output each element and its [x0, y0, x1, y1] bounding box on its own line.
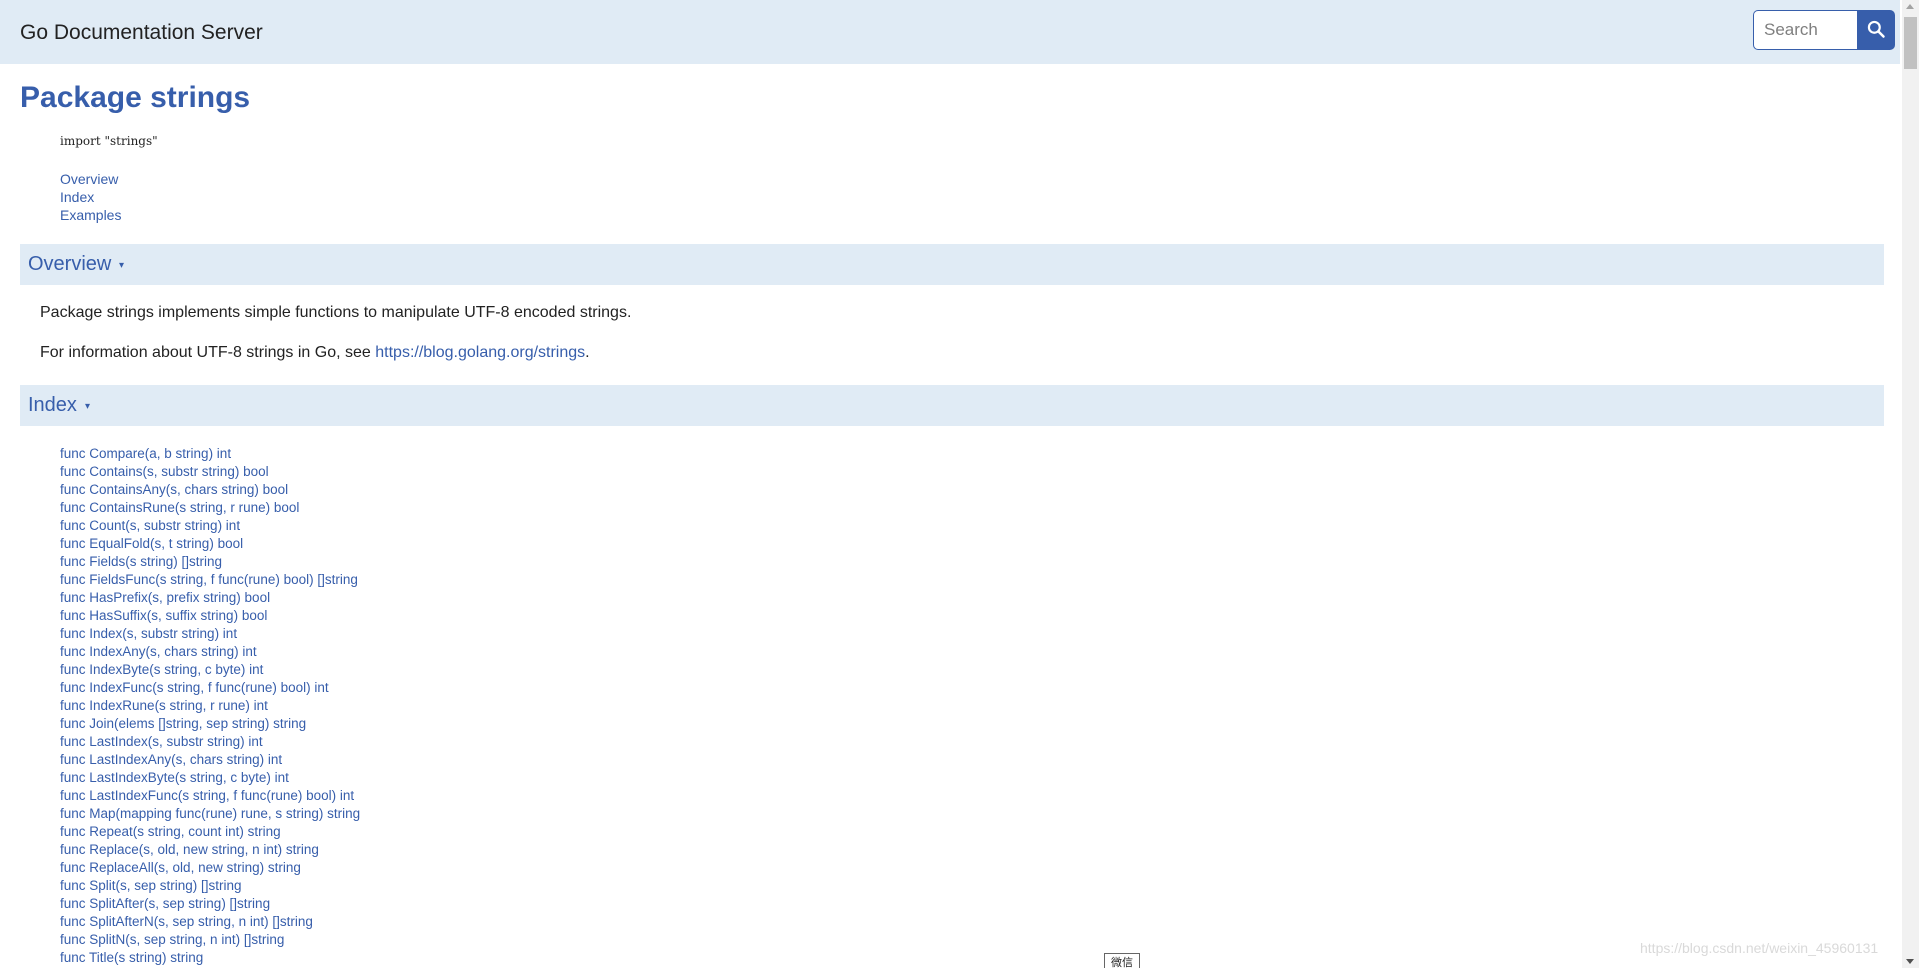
overview-paragraph-2: For information about UTF-8 strings in G…	[40, 344, 590, 362]
page-title: Package strings	[20, 81, 251, 114]
index-func-link[interactable]: func ContainsRune(s string, r rune) bool	[60, 500, 299, 515]
index-item: func HasPrefix(s, prefix string) bool	[60, 589, 360, 607]
overview-paragraph-2-suffix: .	[585, 344, 590, 361]
index-func-link[interactable]: func SplitAfterN(s, sep string, n int) […	[60, 914, 313, 929]
index-item: func Replace(s, old, new string, n int) …	[60, 841, 360, 859]
index-func-link[interactable]: func Repeat(s string, count int) string	[60, 824, 281, 839]
index-func-link[interactable]: func Contains(s, substr string) bool	[60, 464, 269, 479]
index-func-link[interactable]: func LastIndexAny(s, chars string) int	[60, 752, 282, 767]
index-item: func LastIndexAny(s, chars string) int	[60, 751, 360, 769]
search-input[interactable]	[1753, 10, 1857, 50]
index-func-link[interactable]: func IndexRune(s string, r rune) int	[60, 698, 268, 713]
index-heading: Index	[28, 394, 77, 416]
index-func-link[interactable]: func SplitAfter(s, sep string) []string	[60, 896, 270, 911]
index-item: func ContainsRune(s string, r rune) bool	[60, 499, 360, 517]
index-func-link[interactable]: func ReplaceAll(s, old, new string) stri…	[60, 860, 301, 875]
vertical-scrollbar[interactable]	[1902, 0, 1919, 968]
wechat-badge[interactable]: 微信	[1104, 953, 1140, 968]
toc-item-examples: Examples	[60, 206, 121, 224]
table-of-contents: Overview Index Examples	[60, 170, 121, 224]
index-item: func Index(s, substr string) int	[60, 625, 360, 643]
index-func-link[interactable]: func Replace(s, old, new string, n int) …	[60, 842, 319, 857]
scroll-down-arrow-icon[interactable]	[1906, 959, 1914, 964]
overview-heading: Overview	[28, 253, 112, 275]
index-func-link[interactable]: func Index(s, substr string) int	[60, 626, 237, 641]
index-func-link[interactable]: func EqualFold(s, t string) bool	[60, 536, 243, 551]
top-bar: Go Documentation Server	[0, 0, 1900, 64]
index-item: func Compare(a, b string) int	[60, 445, 360, 463]
index-item: func FieldsFunc(s string, f func(rune) b…	[60, 571, 360, 589]
search-form	[1753, 10, 1895, 50]
index-func-link[interactable]: func Compare(a, b string) int	[60, 446, 231, 461]
index-func-link[interactable]: func FieldsFunc(s string, f func(rune) b…	[60, 572, 358, 587]
index-item: func LastIndex(s, substr string) int	[60, 733, 360, 751]
search-icon	[1866, 19, 1886, 42]
index-section-header[interactable]: Index ▾	[20, 385, 1884, 426]
index-func-link[interactable]: func IndexAny(s, chars string) int	[60, 644, 257, 659]
toc-link-index[interactable]: Index	[60, 189, 94, 205]
site-title-link[interactable]: Go Documentation Server	[20, 21, 263, 45]
index-func-link[interactable]: func Title(s string) string	[60, 950, 203, 965]
overview-section-header[interactable]: Overview ▾	[20, 244, 1884, 285]
index-item: func SplitAfterN(s, sep string, n int) […	[60, 913, 360, 931]
index-item: func SplitN(s, sep string, n int) []stri…	[60, 931, 360, 949]
watermark: https://blog.csdn.net/weixin_45960131	[1640, 940, 1879, 956]
index-item: func Title(s string) string	[60, 949, 360, 967]
index-item: func LastIndexByte(s string, c byte) int	[60, 769, 360, 787]
index-item: func IndexRune(s string, r rune) int	[60, 697, 360, 715]
index-item: func Map(mapping func(rune) rune, s stri…	[60, 805, 360, 823]
index-func-link[interactable]: func LastIndexByte(s string, c byte) int	[60, 770, 289, 785]
toc-link-overview[interactable]: Overview	[60, 171, 118, 187]
index-item: func Fields(s string) []string	[60, 553, 360, 571]
index-item: func SplitAfter(s, sep string) []string	[60, 895, 360, 913]
index-item: func Join(elems []string, sep string) st…	[60, 715, 360, 733]
overview-paragraph-1: Package strings implements simple functi…	[40, 304, 632, 321]
index-func-link[interactable]: func LastIndexFunc(s string, f func(rune…	[60, 788, 354, 803]
index-func-link[interactable]: func Count(s, substr string) int	[60, 518, 240, 533]
index-func-link[interactable]: func HasSuffix(s, suffix string) bool	[60, 608, 267, 623]
toc-link-examples[interactable]: Examples	[60, 207, 121, 223]
index-func-link[interactable]: func ContainsAny(s, chars string) bool	[60, 482, 288, 497]
index-func-link[interactable]: func IndexFunc(s string, f func(rune) bo…	[60, 680, 329, 695]
index-item: func Split(s, sep string) []string	[60, 877, 360, 895]
index-list: func Compare(a, b string) int func Contai…	[60, 445, 360, 967]
index-item: func Contains(s, substr string) bool	[60, 463, 360, 481]
index-func-link[interactable]: func SplitN(s, sep string, n int) []stri…	[60, 932, 284, 947]
index-func-link[interactable]: func Join(elems []string, sep string) st…	[60, 716, 306, 731]
overview-paragraph-2-text: For information about UTF-8 strings in G…	[40, 344, 376, 361]
index-item: func ReplaceAll(s, old, new string) stri…	[60, 859, 360, 877]
overview-toggle-icon: ▾	[119, 260, 125, 271]
blog-strings-link[interactable]: https://blog.golang.org/strings	[375, 344, 585, 361]
index-item: func ContainsAny(s, chars string) bool	[60, 481, 360, 499]
index-func-link[interactable]: func IndexByte(s string, c byte) int	[60, 662, 263, 677]
toc-item-index: Index	[60, 188, 121, 206]
toc-item-overview: Overview	[60, 170, 121, 188]
index-func-link[interactable]: func Map(mapping func(rune) rune, s stri…	[60, 806, 360, 821]
page: Go Documentation Server Package strings …	[0, 0, 1919, 968]
index-func-link[interactable]: func Split(s, sep string) []string	[60, 878, 242, 893]
search-button[interactable]	[1857, 10, 1895, 50]
index-item: func Count(s, substr string) int	[60, 517, 360, 535]
import-statement: import "strings"	[60, 134, 158, 148]
index-item: func Repeat(s string, count int) string	[60, 823, 360, 841]
index-func-link[interactable]: func LastIndex(s, substr string) int	[60, 734, 263, 749]
index-item: func IndexAny(s, chars string) int	[60, 643, 360, 661]
scroll-thumb[interactable]	[1904, 17, 1917, 69]
index-toggle-icon: ▾	[85, 401, 91, 412]
index-item: func HasSuffix(s, suffix string) bool	[60, 607, 360, 625]
scroll-up-arrow-icon[interactable]	[1906, 4, 1914, 9]
index-func-link[interactable]: func Fields(s string) []string	[60, 554, 222, 569]
index-item: func IndexByte(s string, c byte) int	[60, 661, 360, 679]
index-func-link[interactable]: func HasPrefix(s, prefix string) bool	[60, 590, 270, 605]
index-item: func IndexFunc(s string, f func(rune) bo…	[60, 679, 360, 697]
index-item: func LastIndexFunc(s string, f func(rune…	[60, 787, 360, 805]
index-item: func EqualFold(s, t string) bool	[60, 535, 360, 553]
